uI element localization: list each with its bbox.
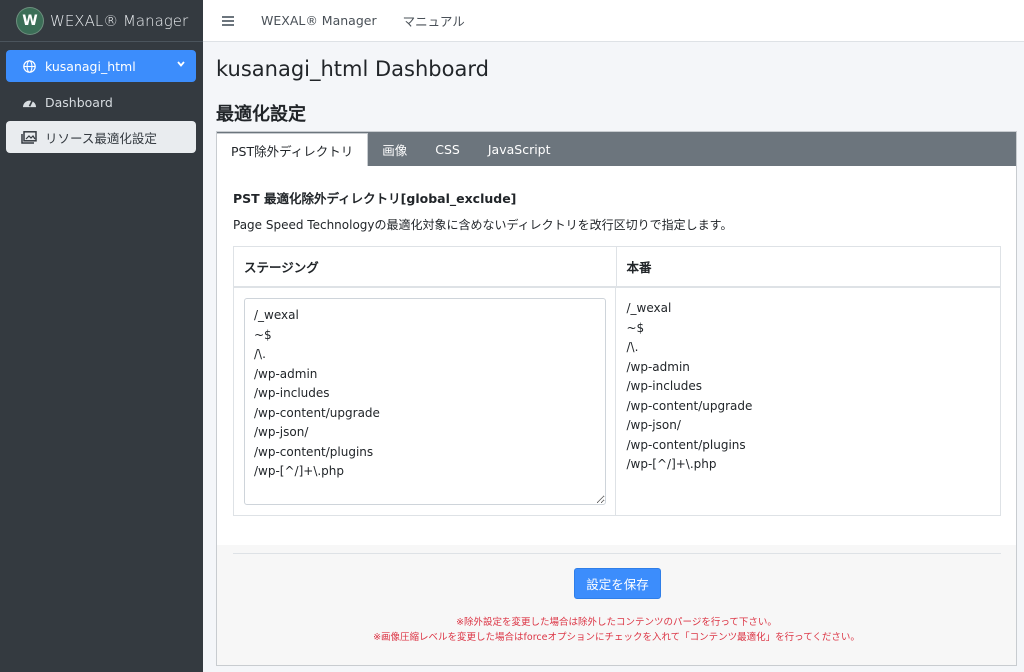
production-line: /wp-json/ — [626, 418, 681, 432]
production-line: /_wexal — [626, 301, 672, 315]
tachometer-icon — [20, 96, 38, 109]
card-body: PST 最適化除外ディレクトリ[global_exclude] Page Spe… — [217, 166, 1016, 233]
tab-bar: PST除外ディレクトリ 画像 CSS JavaScript — [216, 132, 1016, 166]
chevron-down-icon — [176, 58, 186, 72]
field-description: Page Speed Technologyの最適化対象に含めないディレクトリを改… — [233, 218, 733, 232]
brand-logo: W — [17, 7, 43, 34]
save-button[interactable]: 設定を保存 — [574, 568, 661, 599]
tab-pst-exclude[interactable]: PST除外ディレクトリ — [216, 133, 369, 166]
page-title: kusanagi_html Dashboard — [216, 57, 489, 81]
staging-exclude-textarea[interactable]: /_wexal ~$ /\. /wp-admin /wp-includes /w… — [244, 298, 606, 505]
section-title: 最適化設定 — [216, 104, 306, 125]
brand-name: WEXAL® Manager — [50, 11, 189, 30]
images-icon — [20, 130, 38, 144]
production-header: 本番 — [626, 260, 652, 275]
card-footer: 設定を保存 ※除外設定を変更した場合は除外したコンテンツのパージを行って下さい。… — [217, 545, 1016, 665]
settings-card: PST除外ディレクトリ 画像 CSS JavaScript PST 最適化除外デ… — [216, 131, 1017, 666]
globe-icon — [20, 59, 38, 73]
hamburger-menu-icon[interactable] — [222, 14, 234, 28]
warning-note-force: ※画像圧縮レベルを変更した場合はforceオプションにチェックを入れて「コンテン… — [373, 632, 860, 643]
sidebar-item-label: Dashboard — [45, 94, 113, 110]
brand[interactable]: W WEXAL® Manager — [0, 0, 203, 42]
warning-note-purge: ※除外設定を変更した場合は除外したコンテンツのパージを行って下さい。 — [456, 617, 777, 628]
top-link-wexal-manager[interactable]: WEXAL® Manager — [261, 13, 377, 28]
production-line: /wp-admin — [626, 359, 690, 374]
sidebar-item-label: リソース最適化設定 — [45, 130, 157, 146]
production-cell: /_wexal ~$ /\. /wp-admin /wp-includes /w… — [616, 288, 1000, 515]
comparison-table: ステージング 本番 /_wexal ~$ /\. /wp-admin /wp-i… — [233, 246, 1001, 516]
sidebar-site-label: kusanagi_html — [45, 58, 136, 74]
sidebar-item-dashboard[interactable]: Dashboard — [6, 86, 196, 118]
production-line: /wp-content/upgrade — [626, 398, 753, 413]
topbar: WEXAL® Manager マニュアル — [203, 0, 1024, 42]
comparison-header: ステージング 本番 — [234, 247, 1000, 288]
sidebar-item-resource-optimization[interactable]: リソース最適化設定 — [6, 121, 196, 153]
staging-header: ステージング — [234, 247, 617, 286]
field-title: PST 最適化除外ディレクトリ[global_exclude] — [233, 191, 517, 206]
tab-css[interactable]: CSS — [421, 132, 474, 166]
tab-javascript[interactable]: JavaScript — [474, 132, 565, 166]
staging-cell: /_wexal ~$ /\. /wp-admin /wp-includes /w… — [234, 288, 617, 515]
sidebar-site-selector[interactable]: kusanagi_html — [6, 50, 196, 82]
top-link-manual[interactable]: マニュアル — [403, 11, 465, 30]
production-line: ~$ — [626, 320, 645, 335]
production-line: /wp-[^/]+\.php — [626, 457, 717, 471]
production-line: /wp-includes — [626, 379, 703, 393]
tab-images[interactable]: 画像 — [368, 132, 421, 166]
comparison-body: /_wexal ~$ /\. /wp-admin /wp-includes /w… — [234, 288, 1000, 515]
divider — [233, 553, 1001, 554]
production-line: /\. — [626, 340, 639, 354]
sidebar: W WEXAL® Manager kusanagi_html Dashboard… — [0, 0, 203, 672]
production-line: /wp-content/plugins — [626, 437, 746, 452]
